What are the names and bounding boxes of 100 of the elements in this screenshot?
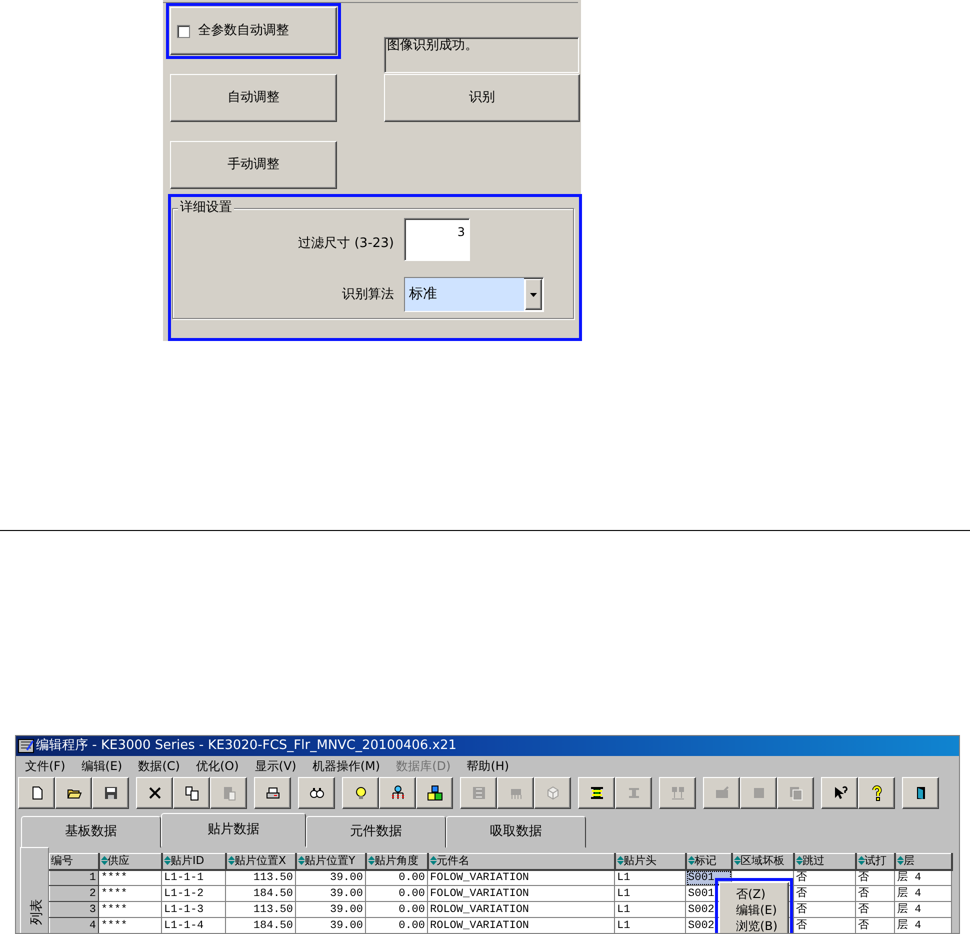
app-icon bbox=[18, 739, 34, 753]
blocks-icon bbox=[426, 785, 442, 801]
menu-item[interactable]: 数据(C) bbox=[138, 757, 180, 774]
column-header[interactable]: 区域坏板 bbox=[732, 854, 794, 870]
column-header[interactable]: 层 bbox=[894, 854, 952, 870]
table-cell: FOLOW_VARIATION bbox=[428, 886, 614, 902]
column-header[interactable]: 供应 bbox=[98, 854, 162, 870]
table-cell: **** bbox=[98, 886, 162, 902]
table-cell: 层 4 bbox=[894, 918, 952, 933]
column-header[interactable]: 贴片头 bbox=[614, 854, 686, 870]
toolbar-button[interactable] bbox=[578, 777, 615, 809]
toolbar-button[interactable] bbox=[902, 777, 939, 809]
column-header[interactable]: 贴片位置X bbox=[226, 854, 296, 870]
menu-item[interactable]: 机器操作(M) bbox=[312, 757, 380, 774]
menu-item[interactable]: 文件(F) bbox=[25, 757, 66, 774]
tab[interactable]: 元件数据 bbox=[306, 816, 446, 848]
manual-adjust-button[interactable]: 手动调整 bbox=[170, 141, 337, 189]
swap-icon bbox=[588, 785, 604, 801]
sort-icon bbox=[796, 856, 802, 866]
toolbar-button[interactable] bbox=[254, 777, 291, 809]
menu-item[interactable]: 优化(O) bbox=[196, 757, 239, 774]
sort-icon bbox=[228, 856, 234, 866]
column-header[interactable]: 贴片位置Y bbox=[296, 854, 366, 870]
table-cell: 否 bbox=[794, 902, 856, 918]
sort-icon bbox=[858, 856, 864, 866]
menu-item[interactable]: 编辑(E) bbox=[736, 902, 788, 918]
copy-icon bbox=[184, 785, 200, 801]
column-header[interactable]: 贴片角度 bbox=[366, 854, 428, 870]
column-header[interactable]: 标记 bbox=[686, 854, 732, 870]
column-header[interactable]: 贴片ID bbox=[162, 854, 226, 870]
table-cell: L1 bbox=[614, 902, 686, 918]
tab[interactable]: 基板数据 bbox=[21, 816, 161, 848]
menu-item[interactable]: 帮助(H) bbox=[466, 757, 510, 774]
menu-item[interactable]: 否(Z) bbox=[736, 886, 788, 902]
table-cell: 184.50 bbox=[226, 886, 296, 902]
printer-icon bbox=[264, 785, 280, 801]
cross-icon bbox=[146, 785, 162, 801]
toolbar-button[interactable] bbox=[18, 777, 55, 809]
tree-icon bbox=[390, 785, 406, 801]
row-number[interactable]: 3 bbox=[50, 902, 98, 918]
table-cell: 否 bbox=[856, 902, 894, 918]
recognize-button[interactable]: 识别 bbox=[384, 74, 580, 122]
table-cell: L1-1-2 bbox=[162, 886, 226, 902]
table-cell: **** bbox=[98, 902, 162, 918]
caret-icon bbox=[530, 292, 537, 296]
sort-icon bbox=[368, 856, 374, 866]
sort-icon bbox=[164, 856, 170, 866]
menu-item[interactable]: 浏览(B) bbox=[736, 918, 788, 933]
checkbox[interactable] bbox=[177, 24, 190, 38]
table-cell: 层 4 bbox=[894, 886, 952, 902]
toolbar-button[interactable] bbox=[821, 777, 858, 809]
menu-item[interactable]: 显示(V) bbox=[254, 757, 296, 774]
tab[interactable]: 吸取数据 bbox=[446, 816, 586, 848]
tab[interactable]: 贴片数据 bbox=[161, 813, 306, 847]
board-icon bbox=[714, 785, 730, 801]
algorithm-dropdown[interactable]: 标准 bbox=[404, 277, 544, 312]
table-cell: 否 bbox=[856, 886, 894, 902]
toolbar-button[interactable] bbox=[858, 777, 895, 809]
field-label: 识别算法 bbox=[341, 286, 394, 304]
menu-item[interactable]: 编辑(E) bbox=[81, 757, 122, 774]
table-cell: 0.00 bbox=[366, 902, 428, 918]
cube-icon bbox=[544, 785, 560, 801]
auto-adjust-button[interactable]: 自动调整 bbox=[170, 74, 337, 122]
sort-icon bbox=[430, 856, 436, 866]
table-cell: 0.00 bbox=[366, 918, 428, 933]
row-number[interactable]: 4 bbox=[50, 918, 98, 933]
toolbar-button[interactable] bbox=[136, 777, 173, 809]
toolbar-button[interactable] bbox=[55, 777, 92, 809]
column-header[interactable]: 编号 bbox=[50, 854, 98, 870]
filter-size-field[interactable]: 3 bbox=[404, 218, 470, 261]
toolbar-button[interactable] bbox=[173, 777, 210, 809]
table-cell: 39.00 bbox=[296, 918, 366, 933]
table-cell: 否 bbox=[794, 886, 856, 902]
sort-icon bbox=[298, 856, 304, 866]
toolbar-button[interactable] bbox=[379, 777, 416, 809]
table-cell: 层 4 bbox=[894, 902, 952, 918]
sort-icon bbox=[688, 856, 694, 866]
binoculars-icon bbox=[308, 785, 324, 801]
table-cell: L1 bbox=[614, 918, 686, 933]
table-cell: L1-1-4 bbox=[162, 918, 226, 933]
table-cell: **** bbox=[98, 918, 162, 933]
toolbar-button[interactable] bbox=[416, 777, 453, 809]
field-label: 过滤尺寸 (3-23) bbox=[297, 235, 394, 253]
column-header[interactable]: 元件名 bbox=[428, 854, 614, 870]
sort-icon bbox=[896, 856, 904, 866]
toolbar-button[interactable] bbox=[342, 777, 379, 809]
toolbar-button[interactable] bbox=[92, 777, 129, 809]
column-header[interactable]: 试打 bbox=[856, 854, 894, 870]
table-cell: L1-1-3 bbox=[162, 902, 226, 918]
sort-icon bbox=[616, 856, 624, 866]
grid-icon bbox=[470, 785, 486, 801]
toolbar-button[interactable] bbox=[298, 777, 335, 809]
table-cell: ROLOW_VARIATION bbox=[428, 902, 614, 918]
pages-icon bbox=[788, 785, 804, 801]
column-header[interactable]: 跳过 bbox=[794, 854, 856, 870]
status-text: 图像识别成功。 bbox=[384, 37, 579, 73]
table-cell: 113.50 bbox=[226, 902, 296, 918]
table-cell: 184.50 bbox=[226, 918, 296, 933]
row-number[interactable]: 2 bbox=[50, 886, 98, 902]
side-tab-label: 列表 bbox=[28, 898, 46, 924]
